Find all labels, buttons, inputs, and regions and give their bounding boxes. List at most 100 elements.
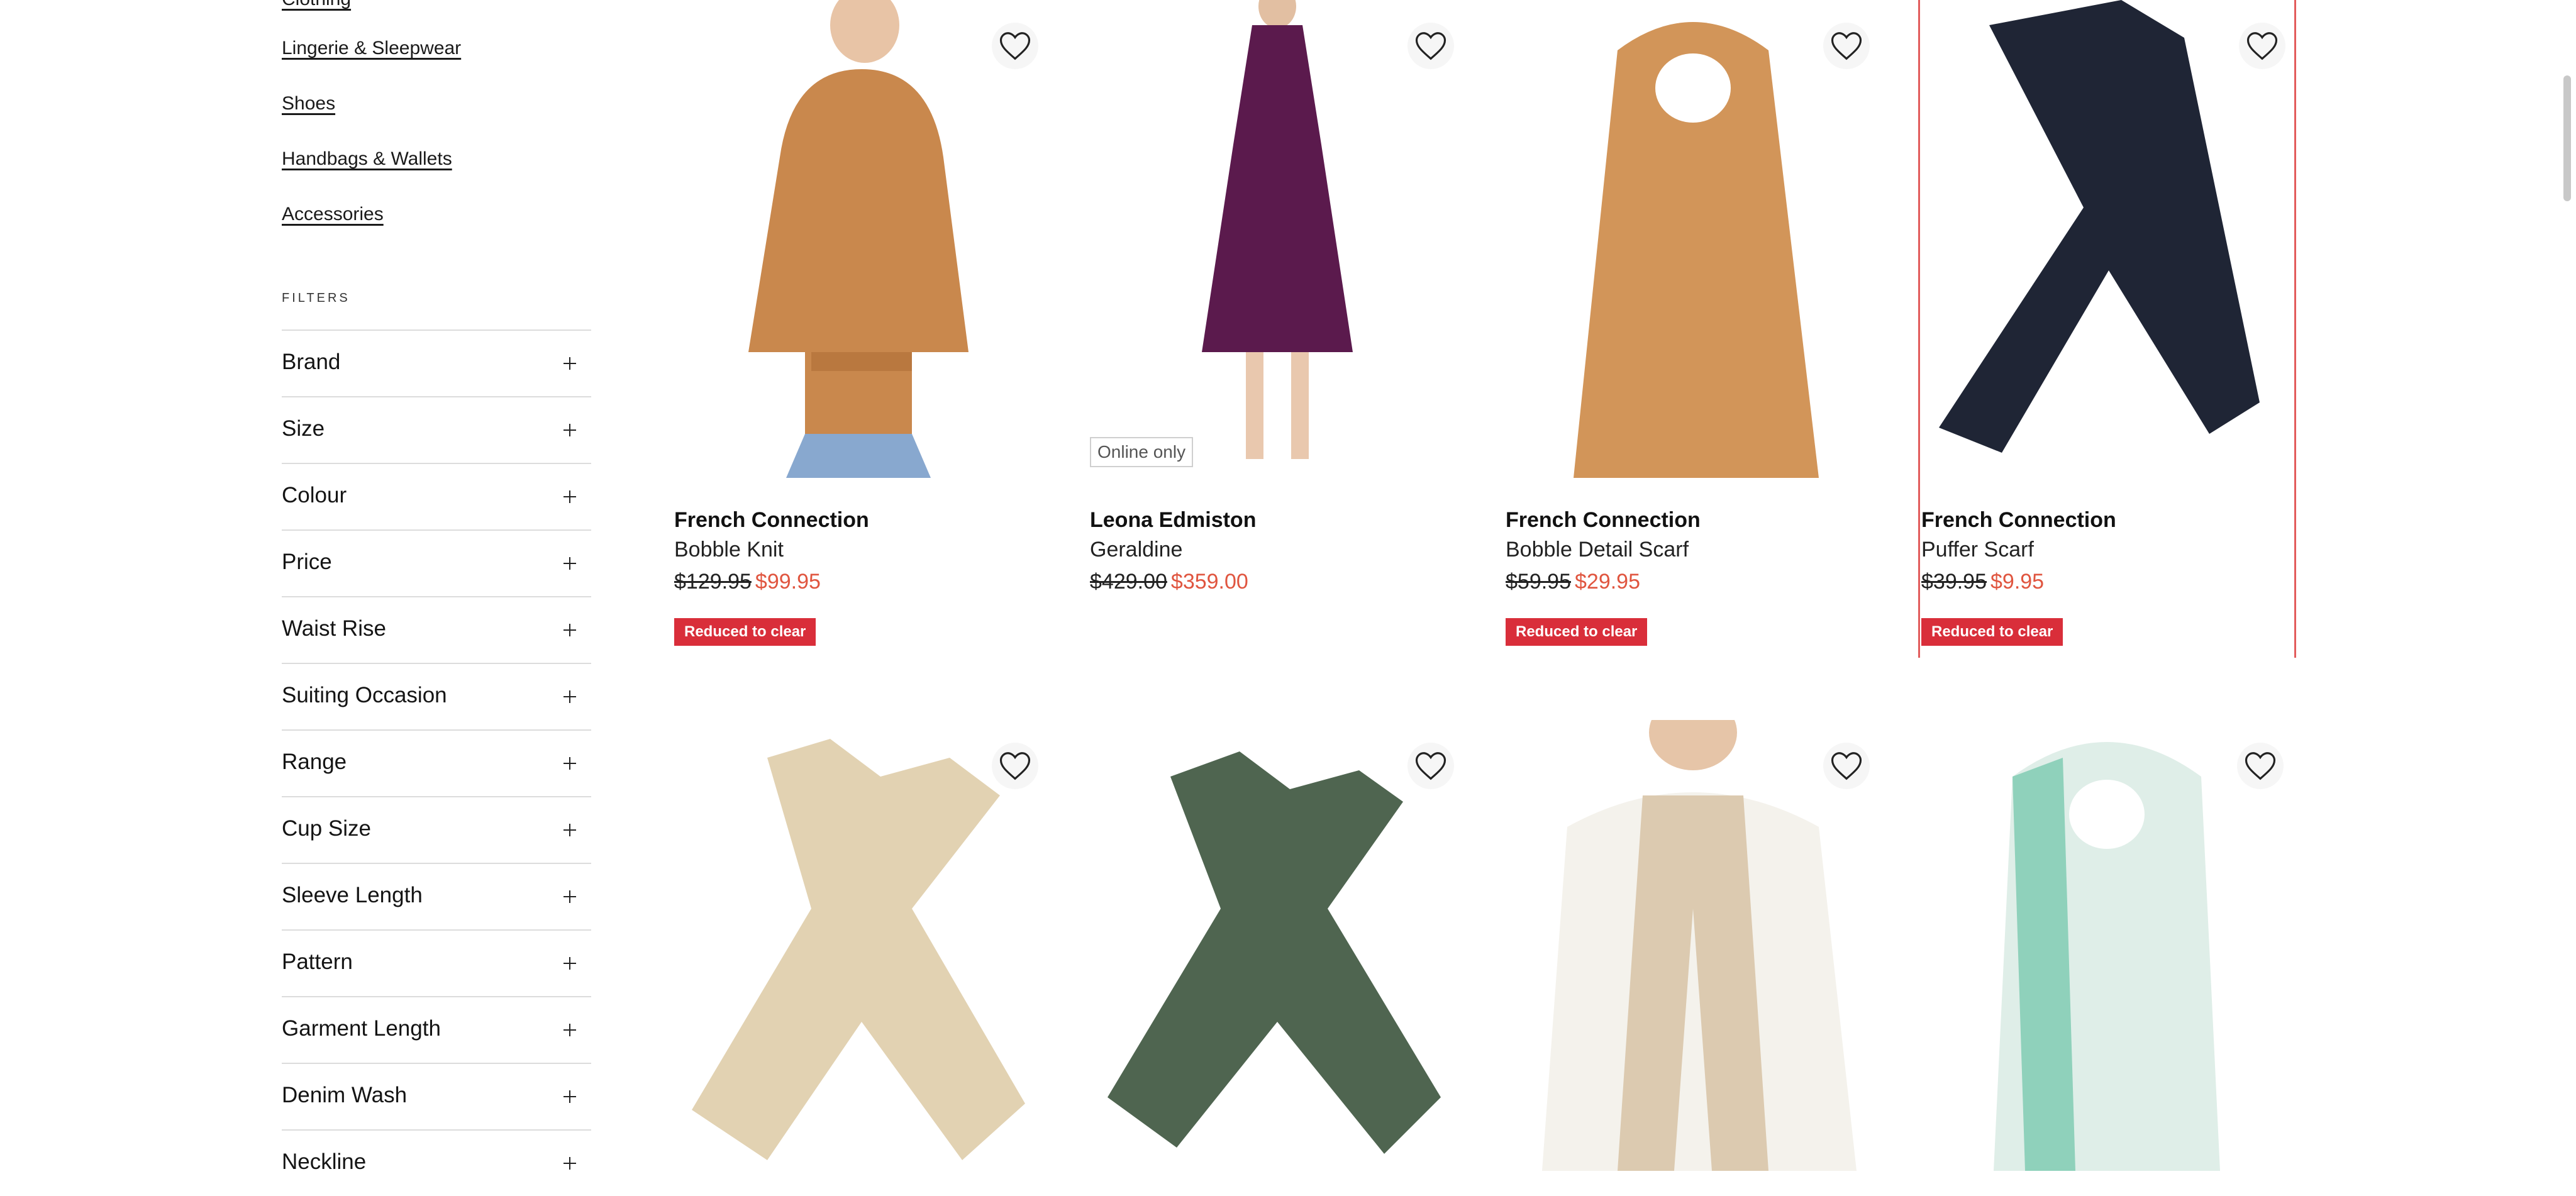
product-image[interactable] xyxy=(1504,0,1879,478)
reduced-badge: Reduced to clear xyxy=(674,618,816,646)
filter-label: Size xyxy=(282,416,325,441)
heart-icon xyxy=(2246,32,2278,60)
plus-icon[interactable] xyxy=(564,1024,576,1036)
category-link-lingerie-sleepwear[interactable]: Lingerie & Sleepwear xyxy=(282,38,461,59)
plus-icon[interactable] xyxy=(564,424,576,436)
product-brand[interactable]: French Connection xyxy=(674,508,869,533)
filter-suiting-occasion[interactable]: Suiting Occasion xyxy=(282,663,591,729)
product-brand[interactable]: French Connection xyxy=(1921,508,2116,533)
original-price: $429.00 xyxy=(1090,570,1167,594)
filter-denim-wash[interactable]: Denim Wash xyxy=(282,1063,591,1129)
plus-icon[interactable] xyxy=(564,824,576,836)
product-image[interactable] xyxy=(1920,0,2294,478)
plus-icon[interactable] xyxy=(564,490,576,503)
product-name[interactable]: Puffer Scarf xyxy=(1921,538,2034,562)
wishlist-button[interactable] xyxy=(1823,743,1870,789)
wishlist-button[interactable] xyxy=(1407,743,1454,789)
wishlist-button[interactable] xyxy=(992,23,1038,69)
filter-label: Waist Rise xyxy=(282,616,386,641)
product-image[interactable] xyxy=(1089,0,1463,478)
original-price: $39.95 xyxy=(1921,570,1987,594)
filter-label: Suiting Occasion xyxy=(282,683,447,707)
product-image[interactable] xyxy=(673,0,1047,478)
product-card[interactable]: Online only Leona Edmiston Geraldine $42… xyxy=(1089,0,1463,660)
filter-garment-length[interactable]: Garment Length xyxy=(282,996,591,1063)
product-card[interactable] xyxy=(1918,720,2292,1171)
wishlist-button[interactable] xyxy=(2237,743,2284,789)
filter-label: Neckline xyxy=(282,1149,367,1174)
filter-label: Range xyxy=(282,750,347,774)
filter-label: Denim Wash xyxy=(282,1083,408,1107)
category-link-accessories[interactable]: Accessories xyxy=(282,204,384,225)
reduced-badge: Reduced to clear xyxy=(1921,618,2063,646)
plus-icon[interactable] xyxy=(564,357,576,370)
heart-icon xyxy=(1415,32,1446,60)
filter-neckline[interactable]: Neckline xyxy=(282,1129,591,1196)
filter-brand[interactable]: Brand xyxy=(282,329,591,396)
heart-icon xyxy=(1415,752,1446,780)
product-card-highlighted[interactable]: French Connection Puffer Scarf $39.95 $9.… xyxy=(1918,0,2296,658)
sale-price: $99.95 xyxy=(755,570,821,594)
product-price: $429.00 $359.00 xyxy=(1090,570,1248,594)
plus-icon[interactable] xyxy=(564,1090,576,1103)
heart-icon xyxy=(999,752,1031,780)
wishlist-button[interactable] xyxy=(1823,23,1870,69)
filter-waist-rise[interactable]: Waist Rise xyxy=(282,596,591,663)
filter-label: Colour xyxy=(282,483,347,507)
heart-icon xyxy=(2245,752,2276,780)
original-price: $59.95 xyxy=(1506,570,1571,594)
plus-icon[interactable] xyxy=(564,1157,576,1170)
product-image[interactable] xyxy=(1089,720,1463,1171)
product-name[interactable]: Geraldine xyxy=(1090,538,1182,562)
product-brand[interactable]: French Connection xyxy=(1506,508,1701,533)
product-card[interactable] xyxy=(1089,720,1463,1171)
plus-icon[interactable] xyxy=(564,757,576,770)
category-link-handbags-wallets[interactable]: Handbags & Wallets xyxy=(282,148,452,170)
filter-range[interactable]: Range xyxy=(282,729,591,796)
product-card[interactable]: French Connection Bobble Detail Scarf $5… xyxy=(1504,0,1879,660)
product-price: $59.95 $29.95 xyxy=(1506,570,1640,594)
filter-label: Pattern xyxy=(282,950,353,974)
product-image[interactable] xyxy=(673,720,1047,1171)
filters-heading: FILTERS xyxy=(282,291,350,305)
filter-label: Cup Size xyxy=(282,816,372,841)
product-image[interactable] xyxy=(1504,720,1879,1171)
product-name[interactable]: Bobble Detail Scarf xyxy=(1506,538,1689,562)
heart-icon xyxy=(1831,752,1862,780)
filter-pattern[interactable]: Pattern xyxy=(282,929,591,996)
filter-label: Price xyxy=(282,550,332,574)
product-brand[interactable]: Leona Edmiston xyxy=(1090,508,1256,533)
filter-label: Garment Length xyxy=(282,1016,441,1041)
original-price: $129.95 xyxy=(674,570,752,594)
online-only-tag: Online only xyxy=(1090,437,1194,467)
product-card[interactable] xyxy=(673,720,1047,1171)
product-card[interactable] xyxy=(1504,720,1879,1171)
filter-label: Brand xyxy=(282,350,341,374)
filter-label: Sleeve Length xyxy=(282,883,423,907)
filter-cup-size[interactable]: Cup Size xyxy=(282,796,591,863)
sale-price: $359.00 xyxy=(1170,570,1248,594)
filter-sleeve-length[interactable]: Sleeve Length xyxy=(282,863,591,929)
product-price: $39.95 $9.95 xyxy=(1921,570,2044,594)
reduced-badge: Reduced to clear xyxy=(1506,618,1648,646)
heart-icon xyxy=(999,32,1031,60)
scrollbar-thumb[interactable] xyxy=(2563,75,2571,201)
plus-icon[interactable] xyxy=(564,624,576,636)
product-card[interactable]: French Connection Bobble Knit $129.95 $99… xyxy=(673,0,1047,660)
plus-icon[interactable] xyxy=(564,557,576,570)
plus-icon[interactable] xyxy=(564,890,576,903)
filter-price[interactable]: Price xyxy=(282,529,591,596)
product-image[interactable] xyxy=(1918,720,2292,1171)
category-link-shoes[interactable]: Shoes xyxy=(282,93,335,114)
category-link-clothing[interactable]: Clothing xyxy=(282,0,351,10)
filter-size[interactable]: Size xyxy=(282,396,591,463)
wishlist-button[interactable] xyxy=(992,743,1038,789)
product-name[interactable]: Bobble Knit xyxy=(674,538,784,562)
sale-price: $9.95 xyxy=(1990,570,2045,594)
plus-icon[interactable] xyxy=(564,690,576,703)
filter-colour[interactable]: Colour xyxy=(282,463,591,529)
sale-price: $29.95 xyxy=(1575,570,1640,594)
wishlist-button[interactable] xyxy=(1407,23,1454,69)
plus-icon[interactable] xyxy=(564,957,576,970)
wishlist-button[interactable] xyxy=(2239,23,2285,69)
